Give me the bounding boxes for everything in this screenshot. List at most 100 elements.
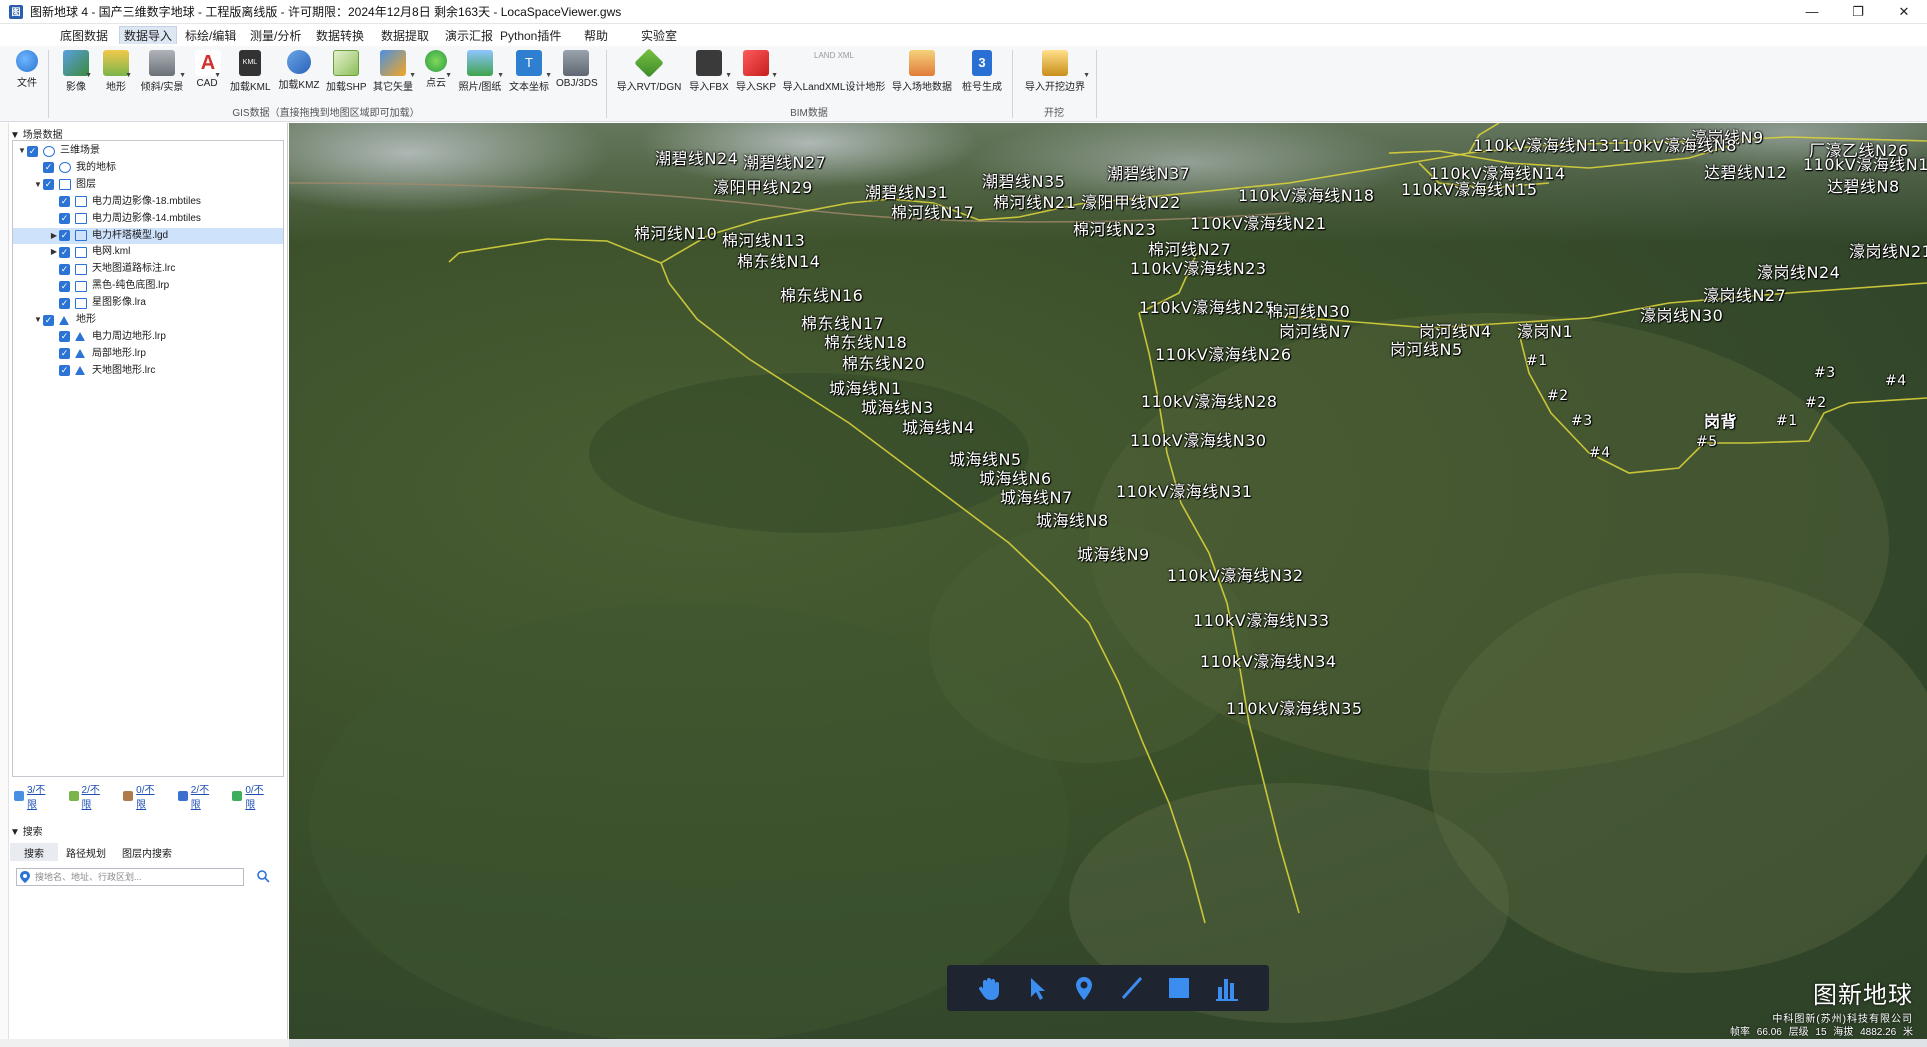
- load-kml-button[interactable]: KML 加载KML: [230, 48, 271, 104]
- import-imagery-button[interactable]: 影像 ▼: [62, 48, 92, 104]
- power-line-label[interactable]: 110kV濠海线N31: [1116, 478, 1253, 502]
- stat-model[interactable]: 0/不限: [123, 785, 162, 811]
- layer-checkbox[interactable]: ✓: [59, 297, 70, 309]
- pointer-icon[interactable]: [1021, 973, 1051, 1003]
- tree-node[interactable]: ✓ 电力周边地形.lrp: [13, 329, 283, 345]
- menu-basemap[interactable]: 底图数据: [56, 27, 112, 45]
- tree-node[interactable]: ✓ 黑色-纯色底图.lrp: [13, 278, 283, 294]
- power-line-label[interactable]: 潮碧线N24: [655, 145, 738, 169]
- power-line-label[interactable]: 城海线N4: [902, 414, 975, 438]
- power-line-label[interactable]: 濠岗线N24: [1757, 259, 1840, 283]
- power-line-label[interactable]: 棉河线N23: [1073, 216, 1156, 240]
- power-line-label[interactable]: 110kV濠海线N28: [1141, 388, 1278, 412]
- menu-data-convert[interactable]: 数据转换: [312, 27, 368, 45]
- power-line-label[interactable]: 城海线N8: [1036, 507, 1109, 531]
- close-button[interactable]: ✕: [1881, 0, 1927, 24]
- import-terrain-button[interactable]: 地形 ▼: [102, 48, 132, 104]
- power-line-label[interactable]: #3: [1814, 365, 1836, 381]
- collapse-arrow-icon[interactable]: ▼: [33, 177, 43, 193]
- import-site-data-button[interactable]: 导入场地数据: [892, 48, 952, 104]
- stat-imagery[interactable]: 3/不限: [14, 785, 53, 811]
- layer-checkbox[interactable]: ✓: [59, 348, 70, 360]
- tree-node[interactable]: ✓ 天地图道路标注.lrc: [13, 261, 283, 277]
- power-line-label[interactable]: 岗背: [1704, 408, 1737, 432]
- menu-lab[interactable]: 实验室: [637, 27, 681, 45]
- tree-node[interactable]: ▶ ✓ 电力杆塔模型.lgd: [13, 227, 283, 244]
- collapse-arrow-icon[interactable]: ▼: [33, 312, 43, 328]
- power-line-label[interactable]: 110kV濠海线N15: [1401, 176, 1538, 200]
- expand-arrow-icon[interactable]: ▶: [49, 244, 59, 260]
- power-line-label[interactable]: #2: [1805, 395, 1827, 411]
- power-line-label[interactable]: #4: [1885, 373, 1907, 389]
- stat-terrain[interactable]: 2/不限: [68, 785, 108, 811]
- power-line-label[interactable]: 110kV濠海线N26: [1155, 341, 1292, 365]
- layer-checkbox[interactable]: ✓: [59, 365, 70, 377]
- power-line-label[interactable]: 110kV濠海线N34: [1200, 648, 1337, 672]
- obj-3ds-button[interactable]: OBJ/3DS: [556, 48, 598, 104]
- layer-checkbox[interactable]: ✓: [59, 246, 70, 258]
- power-line-label[interactable]: 110kV濠海线N25: [1139, 294, 1276, 318]
- tree-node[interactable]: ✓ 天地图地形.lrc: [13, 363, 283, 379]
- power-line-label[interactable]: 城海线N7: [1000, 484, 1073, 508]
- import-skp-button[interactable]: 导入SKP ▼: [736, 48, 778, 104]
- power-line-label[interactable]: 棉河线N17: [891, 199, 974, 223]
- menu-help[interactable]: 帮助: [580, 27, 612, 45]
- tab-route-planning[interactable]: 路径规划: [58, 843, 114, 861]
- import-landxml-button[interactable]: LAND XML 导入LandXML设计地形: [782, 48, 886, 104]
- tree-node[interactable]: ✓ 星图影像.lra: [13, 295, 283, 311]
- tree-node[interactable]: ✓ 局部地形.lrp: [13, 346, 283, 362]
- power-line-label[interactable]: 濠岗线N21: [1849, 238, 1927, 262]
- stat-pointcloud[interactable]: 0/不限: [232, 785, 271, 811]
- power-line-label[interactable]: 潮碧线N37: [1107, 160, 1190, 184]
- power-line[interactable]: [660, 262, 1206, 924]
- file-button[interactable]: 文件: [12, 48, 42, 104]
- chart-icon[interactable]: [1212, 973, 1242, 1003]
- power-line-label[interactable]: 110kV濠海线N18: [1238, 182, 1375, 206]
- menu-python-plugin[interactable]: Python插件: [496, 27, 565, 45]
- power-line-label[interactable]: 棉东线N16: [780, 282, 863, 306]
- power-line-label[interactable]: 岗河线N7: [1279, 318, 1352, 342]
- import-cad-button[interactable]: A CAD ▼: [195, 48, 221, 104]
- collapse-arrow-icon[interactable]: ▼: [17, 143, 27, 159]
- layer-checkbox[interactable]: ✓: [43, 162, 54, 174]
- power-line-label[interactable]: 棉东线N14: [737, 248, 820, 272]
- menu-measure-analysis[interactable]: 测量/分析: [246, 27, 305, 45]
- power-line-label[interactable]: 濠岗线N30: [1640, 302, 1723, 326]
- tab-layer-search[interactable]: 图层内搜索: [114, 843, 180, 861]
- power-line-label[interactable]: 110kV濠海线N35: [1226, 695, 1363, 719]
- layer-checkbox[interactable]: ✓: [43, 314, 54, 326]
- power-line-label[interactable]: 厂濠乙线N26: [1809, 137, 1909, 161]
- layer-checkbox[interactable]: ✓: [59, 196, 70, 208]
- power-line-label[interactable]: #3: [1571, 413, 1593, 429]
- layer-checkbox[interactable]: ✓: [59, 213, 70, 225]
- power-line-label[interactable]: 潮碧线N27: [743, 149, 826, 173]
- power-line-label[interactable]: 岗河线N5: [1390, 336, 1463, 360]
- power-line-label[interactable]: 110kV濠海线N21: [1190, 210, 1327, 234]
- layer-checkbox[interactable]: ✓: [59, 230, 70, 241]
- text-coordinate-button[interactable]: T 文本坐标 ▼: [508, 48, 552, 104]
- tab-search[interactable]: 搜索: [10, 843, 58, 861]
- tree-node[interactable]: ▼ ✓ 图层: [13, 177, 283, 193]
- load-kmz-button[interactable]: 加载KMZ: [278, 48, 320, 104]
- search-icon[interactable]: [256, 869, 270, 883]
- other-vector-button[interactable]: 其它矢量 ▼: [372, 48, 416, 104]
- layer-checkbox[interactable]: ✓: [27, 145, 38, 157]
- layer-checkbox[interactable]: ✓: [59, 280, 70, 292]
- layer-checkbox[interactable]: ✓: [43, 179, 54, 191]
- hand-icon[interactable]: [974, 973, 1004, 1003]
- expand-arrow-icon[interactable]: ▶: [49, 228, 59, 244]
- import-oblique-button[interactable]: 倾斜/实景 ▼: [140, 48, 186, 104]
- power-line[interactable]: [1518, 332, 1927, 474]
- tree-node[interactable]: ▼ ✓ 三维场景: [13, 143, 283, 159]
- tree-node[interactable]: ✓ 电力周边影像-14.mbtiles: [13, 211, 283, 227]
- search-input[interactable]: 搜地名、地址、行政区划...: [16, 868, 244, 886]
- placemark-icon[interactable]: [1069, 973, 1099, 1003]
- power-line-label[interactable]: 棉河线N10: [634, 220, 717, 244]
- layer-checkbox[interactable]: ✓: [59, 331, 70, 343]
- power-line-label[interactable]: 110kV濠海线N32: [1167, 562, 1304, 586]
- station-generate-button[interactable]: 3 桩号生成: [960, 48, 1004, 104]
- power-line-label[interactable]: 达碧线N8: [1827, 173, 1900, 197]
- tree-node[interactable]: ▼ ✓ 地形: [13, 312, 283, 328]
- polygon-icon[interactable]: [1164, 973, 1194, 1003]
- power-line[interactable]: [1278, 282, 1927, 329]
